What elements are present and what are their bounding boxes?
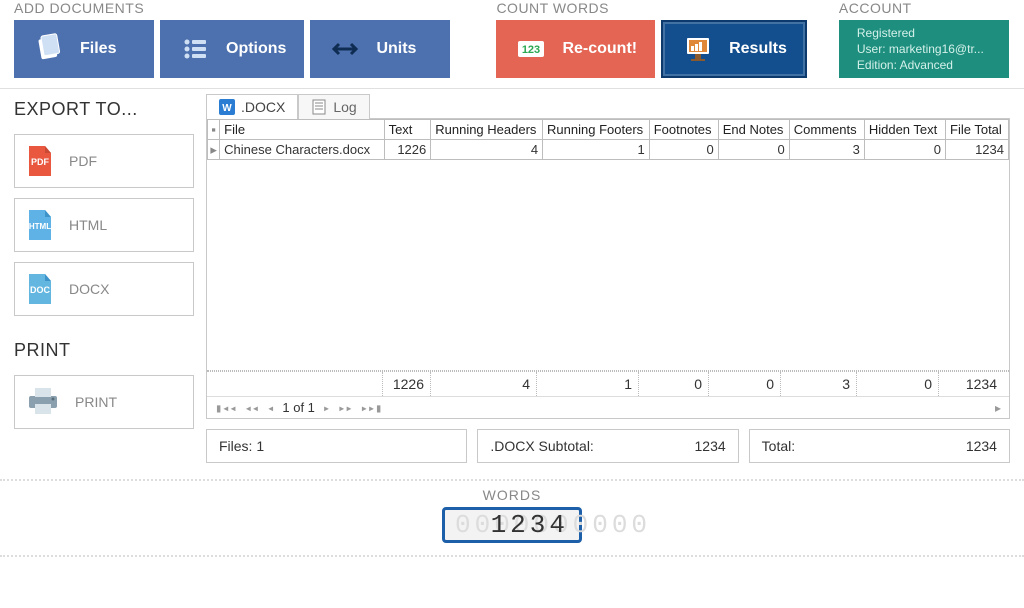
export-docx-button[interactable]: DOC DOCX	[14, 262, 194, 316]
summary-total-value: 1234	[966, 438, 997, 454]
pager-prev[interactable]: ◂	[267, 401, 274, 415]
recount-button-label: Re-count!	[562, 40, 637, 58]
summary-total: Total: 1234	[749, 429, 1010, 463]
options-button[interactable]: Options	[160, 20, 304, 78]
pager-status: 1 of 1	[282, 400, 315, 415]
cell-ht: 0	[864, 140, 945, 160]
tab-log-label: Log	[333, 99, 356, 115]
add-documents-label: ADD DOCUMENTS	[14, 0, 450, 16]
printer-icon	[25, 384, 61, 421]
col-text[interactable]: Text	[384, 120, 431, 140]
scroll-right[interactable]: ▸	[995, 401, 1001, 415]
options-button-label: Options	[226, 40, 286, 58]
svg-text:PDF: PDF	[31, 157, 50, 167]
col-hiddentext[interactable]: Hidden Text	[864, 120, 945, 140]
pager-next[interactable]: ▸	[323, 401, 330, 415]
svg-text:HTML: HTML	[29, 222, 51, 231]
cell-en: 0	[718, 140, 789, 160]
files-button-label: Files	[80, 40, 116, 58]
print-button-label: PRINT	[75, 394, 117, 410]
svg-text:W: W	[222, 103, 232, 114]
cell-file: Chinese Characters.docx	[220, 140, 384, 160]
tab-log[interactable]: Log	[298, 94, 369, 119]
cell-cm: 3	[789, 140, 864, 160]
export-html-button[interactable]: HTML HTML	[14, 198, 194, 252]
col-comments[interactable]: Comments	[789, 120, 864, 140]
tab-docx-label: .DOCX	[241, 99, 285, 115]
summary-subtotal: .DOCX Subtotal: 1234	[477, 429, 738, 463]
pager-last[interactable]: ▸▸▮	[361, 401, 383, 415]
pager-prev-page[interactable]: ◂◂	[245, 401, 259, 415]
col-footnotes[interactable]: Footnotes	[649, 120, 718, 140]
print-title: PRINT	[14, 340, 194, 361]
units-button[interactable]: Units	[310, 20, 450, 78]
cell-text: 1226	[384, 140, 431, 160]
row-selector-header[interactable]: ▪	[208, 120, 220, 140]
word-icon: W	[219, 99, 235, 115]
totals-row: 1226 4 1 0 0 3 0 1234	[207, 371, 1009, 396]
svg-text:123: 123	[522, 44, 540, 56]
table-row[interactable]: ▸ Chinese Characters.docx 1226 4 1 0 0 3…	[208, 140, 1009, 160]
export-pdf-button[interactable]: PDF PDF	[14, 134, 194, 188]
col-rh[interactable]: Running Headers	[431, 120, 543, 140]
account-label: ACCOUNT	[839, 0, 1009, 16]
recount-button[interactable]: 123 Re-count!	[496, 20, 655, 78]
export-title: EXPORT TO...	[14, 99, 194, 120]
cell-fn: 0	[649, 140, 718, 160]
summary-subtotal-value: 1234	[695, 438, 726, 454]
svg-text:DOC: DOC	[30, 285, 51, 295]
col-rf[interactable]: Running Footers	[543, 120, 650, 140]
pager-first[interactable]: ▮◂◂	[215, 401, 237, 415]
account-registered: Registered	[857, 26, 915, 40]
word-counter: 0000000000 1234	[442, 507, 582, 543]
col-endnotes[interactable]: End Notes	[718, 120, 789, 140]
summary-files: Files: 1	[206, 429, 467, 463]
summary-subtotal-label: .DOCX Subtotal:	[490, 438, 594, 454]
counter-value: 1234	[491, 510, 569, 540]
account-user: User: marketing16@tr...	[857, 42, 984, 56]
html-icon: HTML	[25, 208, 55, 242]
export-pdf-label: PDF	[69, 153, 97, 169]
summary-files-label: Files: 1	[219, 438, 264, 454]
cell-rf: 1	[543, 140, 650, 160]
units-button-label: Units	[376, 40, 416, 58]
cell-total: 1234	[946, 140, 1009, 160]
export-docx-label: DOCX	[69, 281, 109, 297]
pager-next-page[interactable]: ▸▸	[338, 401, 352, 415]
log-icon	[311, 99, 327, 115]
counter-icon: 123	[514, 32, 548, 66]
pdf-icon: PDF	[25, 144, 55, 178]
row-indicator: ▸	[208, 140, 220, 160]
col-file[interactable]: File	[220, 120, 384, 140]
col-filetotal[interactable]: File Total	[946, 120, 1009, 140]
files-button[interactable]: Files	[14, 20, 154, 78]
files-icon	[32, 32, 66, 66]
doc-icon: DOC	[25, 272, 55, 306]
tab-docx[interactable]: W .DOCX	[206, 94, 298, 119]
list-icon	[178, 32, 212, 66]
account-panel[interactable]: Registered User: marketing16@tr... Editi…	[839, 20, 1009, 78]
export-html-label: HTML	[69, 217, 107, 233]
print-button[interactable]: PRINT	[14, 375, 194, 429]
count-words-label: COUNT WORDS	[496, 0, 806, 16]
results-button-label: Results	[729, 40, 787, 58]
cell-rh: 4	[431, 140, 543, 160]
grid-pager: ▮◂◂ ◂◂ ◂ 1 of 1 ▸ ▸▸ ▸▸▮ ▸	[207, 396, 1009, 418]
table-header: ▪ File Text Running Headers Running Foot…	[208, 120, 1009, 140]
units-icon	[328, 32, 362, 66]
words-label: WORDS	[483, 487, 542, 503]
summary-total-label: Total:	[762, 438, 795, 454]
results-button[interactable]: Results	[661, 20, 807, 78]
presentation-icon	[681, 32, 715, 66]
account-edition: Edition: Advanced	[857, 58, 953, 72]
results-grid: ▪ File Text Running Headers Running Foot…	[206, 119, 1010, 419]
